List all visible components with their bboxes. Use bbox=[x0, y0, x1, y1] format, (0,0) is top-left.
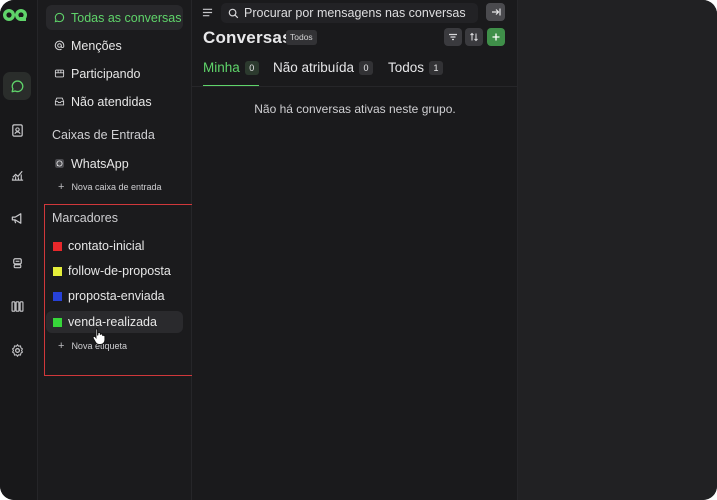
rail-campaigns-button[interactable] bbox=[3, 204, 31, 232]
collapse-panel-button[interactable] bbox=[486, 3, 505, 21]
megaphone-icon bbox=[11, 212, 21, 224]
nav-unattended[interactable]: Não atendidas bbox=[46, 89, 183, 114]
tab-unassigned[interactable]: Não atribuída 0 bbox=[273, 60, 374, 75]
tab-label: Não atribuída bbox=[273, 60, 355, 75]
tab-count-badge: 1 bbox=[429, 60, 444, 75]
inbox-icon bbox=[54, 97, 65, 106]
hand-cursor-icon bbox=[92, 328, 106, 345]
search-input[interactable]: Procurar por mensagens nas conversas bbox=[221, 3, 478, 23]
plus-icon bbox=[492, 33, 500, 41]
gear-icon bbox=[11, 343, 23, 357]
sort-button[interactable] bbox=[465, 28, 483, 46]
nav-mentions[interactable]: Menções bbox=[46, 33, 183, 58]
inbox-label: WhatsApp bbox=[71, 156, 129, 171]
search-icon bbox=[228, 8, 239, 18]
users-icon bbox=[54, 69, 65, 78]
conversations-pane: Procurar por mensagens nas conversas Con… bbox=[192, 0, 518, 500]
empty-state-message: Não há conversas ativas neste grupo. bbox=[254, 102, 456, 116]
nav-label: Não atendidas bbox=[71, 94, 152, 109]
tab-all[interactable]: Todos 1 bbox=[388, 60, 444, 75]
sort-arrows-icon bbox=[470, 32, 478, 42]
line-chart-icon bbox=[11, 170, 23, 181]
robot-icon bbox=[12, 257, 22, 268]
tab-count-badge: 0 bbox=[359, 60, 374, 75]
columns-icon bbox=[11, 300, 24, 312]
rail-bot-button[interactable] bbox=[3, 248, 31, 276]
filter-icon bbox=[449, 33, 457, 41]
arrow-to-right-icon bbox=[491, 8, 501, 16]
nav-participating[interactable]: Participando bbox=[46, 61, 183, 86]
search-placeholder: Procurar por mensagens nas conversas bbox=[244, 6, 466, 20]
app-window: Todas as conversas Menções Participando … bbox=[0, 0, 717, 500]
nav-label: Todas as conversas bbox=[71, 10, 182, 25]
nav-all-conversations[interactable]: Todas as conversas bbox=[46, 5, 183, 30]
icon-rail bbox=[0, 0, 38, 500]
tab-label: Todos bbox=[388, 60, 425, 75]
inboxes-section-title: Caixas de Entrada bbox=[52, 128, 155, 142]
tab-label: Minha bbox=[203, 60, 240, 75]
tab-mine[interactable]: Minha 0 bbox=[203, 60, 259, 75]
chat-bubble-icon bbox=[11, 79, 23, 92]
rail-settings-button[interactable] bbox=[3, 336, 31, 364]
tab-count-badge: 0 bbox=[244, 60, 259, 75]
app-logo-icon[interactable] bbox=[2, 6, 28, 24]
nav-label: Menções bbox=[71, 38, 122, 53]
chat-bubble-icon bbox=[54, 12, 65, 23]
rail-contacts-button[interactable] bbox=[3, 116, 31, 144]
new-inbox-label: Nova caixa de entrada bbox=[71, 182, 162, 192]
status-filter-chip[interactable]: Todos bbox=[286, 30, 317, 45]
rail-conversations-button[interactable] bbox=[3, 72, 31, 100]
at-sign-icon bbox=[54, 40, 65, 51]
whatsapp-icon bbox=[55, 159, 64, 168]
rail-reports-button[interactable] bbox=[3, 160, 31, 188]
conversation-detail-pane bbox=[518, 0, 717, 500]
nav-label: Participando bbox=[71, 66, 141, 81]
labels-highlight-box bbox=[44, 204, 199, 376]
new-conversation-button[interactable] bbox=[487, 28, 505, 46]
new-inbox-link[interactable]: + Nova caixa de entrada bbox=[58, 181, 162, 193]
tabs-divider bbox=[192, 86, 518, 87]
hamburger-menu-icon[interactable] bbox=[202, 7, 213, 18]
filter-button[interactable] bbox=[444, 28, 462, 46]
plus-icon: + bbox=[58, 181, 65, 193]
rail-kanban-button[interactable] bbox=[3, 292, 31, 320]
page-title: Conversas bbox=[203, 28, 292, 47]
inbox-item-whatsapp[interactable]: WhatsApp bbox=[46, 151, 183, 176]
contact-book-icon bbox=[11, 123, 23, 137]
